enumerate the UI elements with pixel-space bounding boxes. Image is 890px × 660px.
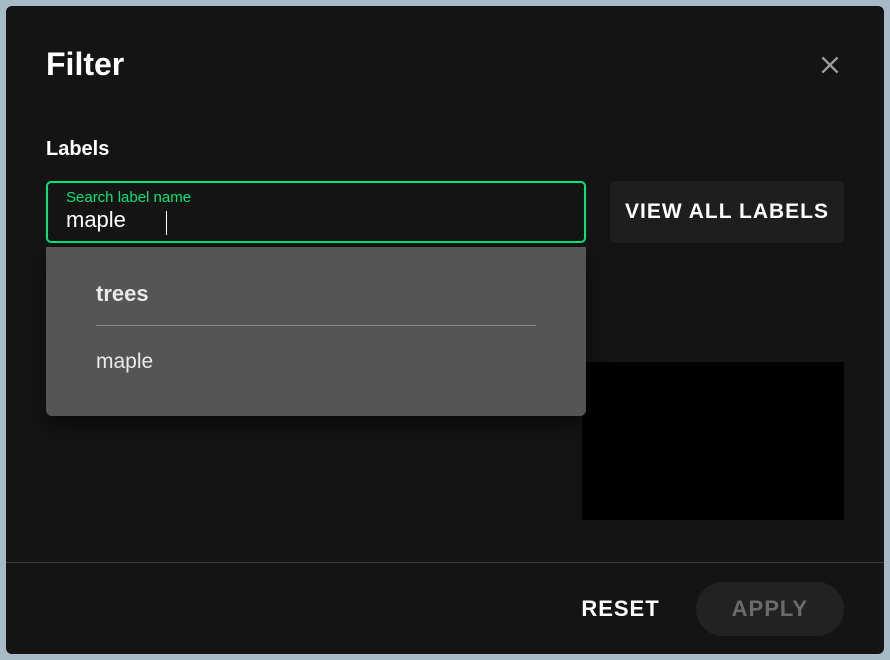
labels-section-heading: Labels xyxy=(46,138,844,161)
search-input[interactable] xyxy=(46,181,586,243)
close-button[interactable] xyxy=(816,51,844,79)
filter-dialog: Filter Labels Search label name trees ma… xyxy=(6,6,884,654)
search-row: Search label name trees maple VIEW ALL L… xyxy=(46,181,844,243)
autocomplete-dropdown: trees maple xyxy=(46,247,586,416)
search-input-wrap: Search label name trees maple xyxy=(46,181,586,243)
view-all-labels-button[interactable]: VIEW ALL LABELS xyxy=(610,181,844,243)
dialog-footer: RESET APPLY xyxy=(6,562,884,654)
apply-button[interactable]: APPLY xyxy=(696,582,844,636)
dropdown-group-header: trees xyxy=(96,281,536,326)
close-icon xyxy=(817,52,843,78)
reset-button[interactable]: RESET xyxy=(573,586,667,632)
dropdown-item-maple[interactable]: maple xyxy=(96,348,536,376)
dialog-header: Filter xyxy=(46,46,844,83)
dialog-title: Filter xyxy=(46,46,124,83)
content-panel xyxy=(582,362,844,520)
text-caret xyxy=(166,211,167,235)
